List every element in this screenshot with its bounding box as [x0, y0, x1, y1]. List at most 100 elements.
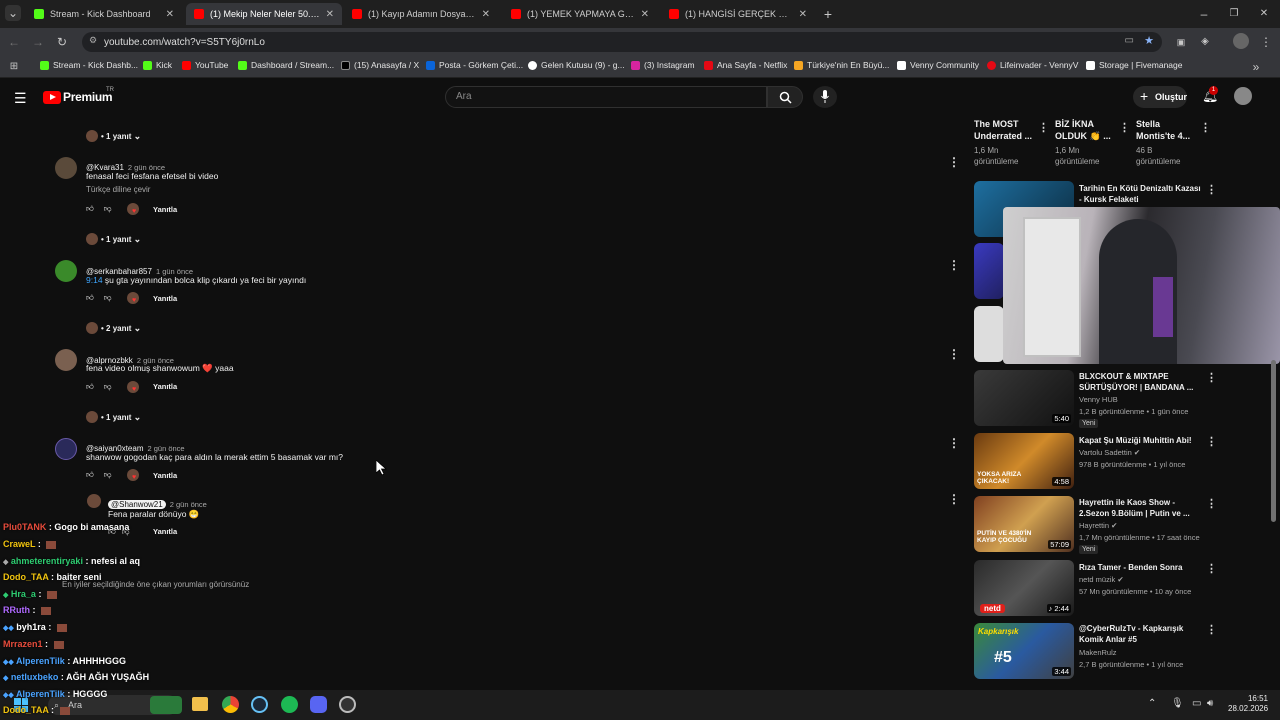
bookmark-x[interactable]: (15) Anasayfa / X — [341, 60, 419, 70]
like-icon[interactable]: 👍︎ — [86, 470, 94, 479]
tab-kick-dashboard[interactable]: Stream - Kick Dashboard ✕ — [26, 3, 182, 25]
close-icon[interactable]: ✕ — [641, 9, 649, 20]
chrome-icon[interactable] — [222, 696, 239, 713]
scrollbar-thumb[interactable] — [1271, 360, 1276, 522]
obs-icon[interactable] — [339, 696, 356, 713]
tab-mekip-active[interactable]: (1) Mekip Neler Neler 50.Bölüm ✕ — [186, 3, 342, 25]
video-title[interactable]: Hayrettin ile Kaos Show - 2.Sezon 9.Bölü… — [1079, 497, 1201, 519]
timestamp-link[interactable]: 9:14 — [86, 275, 103, 285]
more-vert-icon[interactable]: ⋮ — [1200, 121, 1211, 134]
bookmark-instagram[interactable]: (3) Instagram — [631, 60, 695, 70]
bookmark-venny[interactable]: Venny Community — [897, 60, 979, 70]
short-item[interactable]: BİZ İKNA OLDUK 👏 ... 1,6 Mn görüntüleme — [1055, 118, 1117, 167]
reply-button[interactable]: Yanıtla — [153, 205, 177, 214]
video-thumbnail[interactable] — [974, 306, 1004, 362]
more-vert-icon[interactable]: ⋮ — [1206, 435, 1217, 448]
channel-name[interactable]: Hayrettin — [1079, 521, 1109, 530]
reply-button[interactable]: Yanıtla — [153, 294, 177, 303]
video-title[interactable]: Rıza Tamer - Benden Sonra — [1079, 562, 1201, 573]
forward-arrow-icon[interactable]: → — [30, 34, 46, 50]
microphone-tray-icon[interactable]: 🎙︎ — [1171, 698, 1184, 709]
tray-chevron-up-icon[interactable]: ⌃ — [1148, 698, 1156, 709]
bookmark-netflix[interactable]: Ana Sayfa - Netflix — [704, 60, 787, 70]
short-item[interactable]: The MOST Underrated ... 1,6 Mn görüntüle… — [974, 118, 1036, 167]
premium-logo-text[interactable]: Premium — [63, 90, 113, 104]
reply-button[interactable]: Yanıtla — [153, 471, 177, 480]
site-info-icon[interactable]: ⚙ — [89, 35, 97, 46]
more-vert-icon[interactable]: ⋮ — [948, 258, 960, 272]
bookmark-kick-dashboard[interactable]: Stream - Kick Dashb... — [40, 60, 138, 70]
dislike-icon[interactable]: 👎︎ — [104, 293, 112, 302]
bookmark-lifeinvader[interactable]: Lifeinvader - VennyV — [987, 60, 1078, 70]
replies-toggle[interactable]: • 1 yanıt ⌄ — [101, 131, 141, 142]
bookmark-gmail[interactable]: Gelen Kutusu (9) - g... — [528, 60, 625, 70]
video-thumbnail[interactable] — [974, 243, 1004, 299]
bookmark-star-icon[interactable]: ★ — [1144, 34, 1154, 47]
create-button[interactable]: + Oluştur — [1133, 86, 1187, 108]
close-icon[interactable]: ✕ — [166, 9, 174, 20]
video-thumbnail[interactable]: PUTİN VE 4380'İN KAYIP ÇOCUĞU 57:09 — [974, 496, 1074, 552]
creator-avatar[interactable] — [87, 494, 101, 508]
more-vert-icon[interactable]: ⋮ — [948, 347, 960, 361]
network-icon[interactable]: ▭ — [1192, 698, 1201, 709]
more-vert-icon[interactable]: ⋮ — [1206, 497, 1217, 510]
apps-grid-icon[interactable]: ⊞ — [6, 59, 22, 75]
more-vert-icon[interactable]: ⋮ — [1119, 121, 1130, 134]
video-title[interactable]: Kapat Şu Müziği Muhittin Abi! — [1079, 435, 1201, 446]
avatar[interactable] — [55, 157, 77, 179]
video-thumbnail[interactable]: netd ♪ 2:44 — [974, 560, 1074, 616]
channel-name[interactable]: MakenRulz — [1079, 648, 1117, 657]
spotify-icon[interactable] — [281, 696, 298, 713]
tab-yemek[interactable]: (1) YEMEK YAPMAYA GELDİK, D ✕ — [503, 3, 657, 25]
tab-search-chevron-icon[interactable]: ⌄ — [5, 5, 21, 21]
avatar[interactable] — [55, 349, 77, 371]
close-icon[interactable]: ✕ — [482, 9, 490, 20]
more-vert-icon[interactable]: ⋮ — [1206, 371, 1217, 384]
bookmark-turkiye[interactable]: Türkiye'nin En Büyü... — [794, 60, 889, 70]
youtube-logo-icon[interactable] — [43, 91, 61, 104]
replies-toggle[interactable]: • 1 yanıt ⌄ — [101, 234, 141, 245]
more-vert-icon[interactable]: ⋮ — [1038, 121, 1049, 134]
cast-icon[interactable]: ▭ — [1125, 35, 1134, 46]
minimize-icon[interactable]: – — [1196, 6, 1212, 22]
more-vert-icon[interactable]: ⋮ — [948, 492, 960, 506]
window-close-icon[interactable]: ✕ — [1256, 6, 1272, 22]
clock[interactable]: 16:51 28.02.2026 — [1228, 694, 1268, 714]
bookmark-dashboard-stream[interactable]: Dashboard / Stream... — [238, 60, 334, 70]
video-title[interactable]: Tarihin En Kötü Denizaltı Kazası - Kursk… — [1079, 183, 1201, 205]
more-bookmarks-icon[interactable]: » — [1248, 59, 1264, 75]
channel-name[interactable]: Venny HUB — [1079, 395, 1118, 404]
bookmark-storage[interactable]: Storage | Fivemanage — [1086, 60, 1182, 70]
dislike-icon[interactable]: 👎︎ — [104, 470, 112, 479]
like-icon[interactable]: 👍︎ — [86, 204, 94, 213]
close-icon[interactable]: ✕ — [799, 9, 807, 20]
channel-name[interactable]: netd müzik — [1079, 575, 1115, 584]
back-arrow-icon[interactable]: ← — [6, 34, 22, 50]
reload-icon[interactable]: ↻ — [54, 34, 70, 50]
channel-name[interactable]: Vartolu Sadettin — [1079, 448, 1132, 457]
video-title[interactable]: BLXCKOUT & MIXTAPE SÜRTÜŞÜYOR! | BANDANA… — [1079, 371, 1201, 393]
hamburger-menu-icon[interactable]: ☰ — [14, 90, 27, 107]
user-avatar[interactable] — [1234, 87, 1252, 105]
comment-time[interactable]: 2 gün önce — [170, 500, 207, 509]
reply-button[interactable]: Yanıtla — [153, 382, 177, 391]
discord-icon[interactable] — [310, 696, 327, 713]
profile-avatar[interactable] — [1233, 33, 1249, 49]
video-thumbnail[interactable]: Kapkarışık #5 3:44 — [974, 623, 1074, 679]
translate-link[interactable]: Türkçe diline çevir — [86, 185, 150, 194]
tab-stand-up[interactable]: (1) HANGİSİ GERÇEK STAND-U ✕ — [661, 3, 815, 25]
dislike-icon[interactable]: 👎︎ — [104, 382, 112, 391]
avatar[interactable] — [55, 438, 77, 460]
extension-icon[interactable]: ▣ — [1173, 34, 1189, 50]
url-field[interactable]: ⚙ youtube.com/watch?v=S5TY6j0rnLo ▭ ★ — [82, 32, 1162, 52]
dislike-icon[interactable]: 👎︎ — [104, 204, 112, 213]
file-explorer-icon[interactable] — [192, 697, 208, 711]
widget-image[interactable] — [150, 696, 182, 714]
like-icon[interactable]: 👍︎ — [86, 382, 94, 391]
more-vert-icon[interactable]: ⋮ — [1206, 623, 1217, 636]
voice-search-button[interactable] — [813, 86, 837, 108]
more-vert-icon[interactable]: ⋮ — [1206, 562, 1217, 575]
video-thumbnail[interactable]: 5:40 — [974, 370, 1074, 426]
more-vert-icon[interactable]: ⋮ — [948, 155, 960, 169]
reply-button[interactable]: Yanıtla — [153, 527, 177, 536]
